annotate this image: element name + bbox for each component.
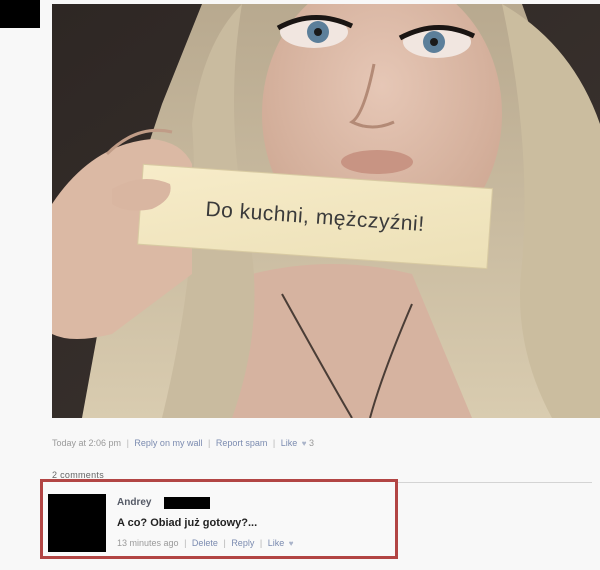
heart-icon: ♥	[301, 439, 307, 448]
post-photo[interactable]: Do kuchni, mężczyźni!	[52, 4, 600, 418]
comment-author[interactable]: Andrey	[117, 497, 151, 508]
heart-icon: ♥	[288, 539, 294, 548]
post-meta-bar: Today at 2:06 pm | Reply on my wall | Re…	[52, 438, 315, 448]
post-timestamp: Today at 2:06 pm	[52, 438, 122, 448]
delete-comment-link[interactable]: Delete	[192, 538, 218, 548]
reply-on-wall-link[interactable]: Reply on my wall	[134, 438, 202, 448]
comment-time: 13 minutes ago	[117, 538, 179, 548]
author-redaction-block	[164, 497, 210, 509]
comment-text: A co? Obiad już gotowy?...	[117, 517, 258, 529]
post-like-count: 3	[309, 438, 315, 448]
redaction-block	[0, 0, 40, 28]
reply-comment-link[interactable]: Reply	[231, 538, 254, 548]
photo-illustration: Do kuchni, mężczyźni!	[52, 4, 600, 418]
wall-post: Do kuchni, mężczyźni! Today at 2:06 pm |…	[0, 0, 600, 570]
report-spam-link[interactable]: Report spam	[216, 438, 268, 448]
comment-meta-bar: 13 minutes ago | Delete | Reply | Like ♥	[117, 538, 294, 548]
comment-like-link[interactable]: Like	[268, 538, 285, 548]
post-like-link[interactable]: Like	[281, 438, 298, 448]
avatar[interactable]	[48, 494, 106, 552]
